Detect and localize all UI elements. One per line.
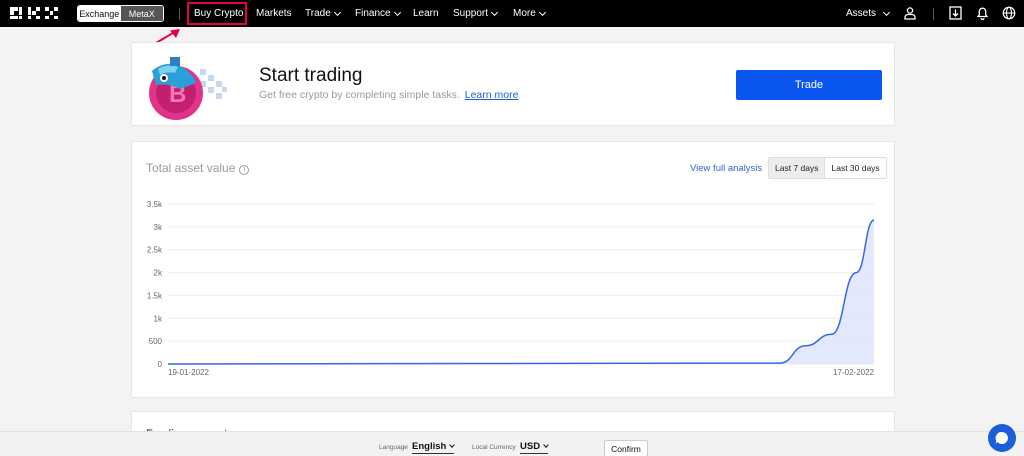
y-tick-label: 1.5k: [147, 291, 163, 300]
total-asset-value-card: Total asset value i View full analysis La…: [131, 141, 895, 398]
chevron-down-icon: [543, 442, 549, 448]
language-select[interactable]: English: [412, 441, 456, 454]
y-tick-label: 3k: [154, 223, 163, 232]
start-trading-card: B Start trading Get free crypto by compl…: [131, 42, 895, 126]
nav-label: More: [513, 8, 536, 19]
exchange-metax-switch[interactable]: Exchange MetaX: [77, 5, 164, 22]
chat-icon: [995, 431, 1008, 444]
globe-icon[interactable]: [1001, 5, 1017, 21]
chevron-down-icon: [393, 8, 401, 16]
okx-logo[interactable]: [10, 7, 60, 20]
nav-label: Markets: [256, 8, 292, 19]
chevron-down-icon: [333, 8, 341, 16]
info-icon[interactable]: i: [239, 165, 250, 175]
chat-support-button[interactable]: [988, 424, 1016, 452]
series-area: [168, 220, 874, 364]
series-line: [167, 219, 875, 365]
nav-label: Trade: [305, 8, 331, 19]
metax-toggle[interactable]: MetaX: [120, 6, 163, 21]
x-tick-label: 19-01-2022: [168, 368, 209, 377]
currency-select[interactable]: USD: [520, 441, 549, 454]
range-last-30-days[interactable]: Last 30 days: [825, 158, 886, 178]
nav-assets[interactable]: Assets: [846, 0, 891, 27]
time-range-toggle: Last 7 days Last 30 days: [768, 157, 887, 179]
language-value: English: [412, 441, 447, 452]
asset-value-chart: 0 500 1k 1.5k 2k 2.5k 3k 3.5k 19-01-2022 17-02-20…: [147, 200, 875, 377]
nav-label: Support: [453, 8, 489, 19]
asset-title-text: Total asset value: [146, 161, 236, 175]
currency-value: USD: [520, 441, 541, 452]
exchange-toggle[interactable]: Exchange: [78, 6, 121, 21]
nav-markets[interactable]: Markets: [256, 0, 292, 27]
bell-icon[interactable]: [974, 5, 990, 21]
promo-subtitle: Get free crypto by completing simple tas…: [259, 89, 518, 101]
nav-label: Finance: [355, 8, 391, 19]
chevron-down-icon: [538, 8, 546, 16]
x-tick-label: 17-02-2022: [833, 368, 874, 377]
y-tick-label: 0: [158, 360, 163, 369]
trade-button[interactable]: Trade: [736, 70, 882, 100]
asset-title: Total asset value i: [146, 161, 250, 175]
download-icon[interactable]: [947, 5, 963, 21]
y-tick-label: 2.5k: [147, 246, 163, 255]
divider: [179, 8, 180, 20]
view-full-analysis-link[interactable]: View full analysis: [690, 163, 762, 174]
language-label: Language: [379, 444, 408, 451]
chevron-down-icon: [449, 442, 456, 448]
nav-trade[interactable]: Trade: [305, 0, 341, 27]
chevron-down-icon: [490, 8, 499, 16]
locale-bar: Language English Local Currency USD Conf…: [0, 431, 1024, 456]
nav-learn[interactable]: Learn: [413, 0, 439, 27]
range-last-7-days[interactable]: Last 7 days: [769, 158, 826, 178]
y-tick-label: 3.5k: [147, 200, 163, 209]
y-tick-label: 2k: [154, 269, 163, 278]
y-tick-label: 1k: [154, 314, 163, 323]
nav-label: Learn: [413, 8, 439, 19]
divider: [933, 8, 934, 20]
nav-finance[interactable]: Finance: [355, 0, 401, 27]
nav-support[interactable]: Support: [453, 0, 499, 27]
chevron-down-icon: [882, 8, 891, 16]
buy-crypto-highlight-box: [187, 2, 247, 25]
nav-more[interactable]: More: [513, 0, 546, 27]
y-tick-label: 500: [149, 337, 163, 346]
nav-label: Assets: [846, 8, 877, 19]
promo-title: Start trading: [259, 65, 363, 86]
confirm-button[interactable]: Confirm: [604, 440, 648, 456]
learn-more-link[interactable]: Learn more: [465, 89, 519, 101]
currency-label: Local Currency: [472, 444, 516, 451]
promo-subtitle-text: Get free crypto by completing simple tas…: [259, 89, 460, 101]
user-icon[interactable]: [902, 5, 918, 21]
crypto-mascot-illustration: B: [149, 57, 227, 120]
